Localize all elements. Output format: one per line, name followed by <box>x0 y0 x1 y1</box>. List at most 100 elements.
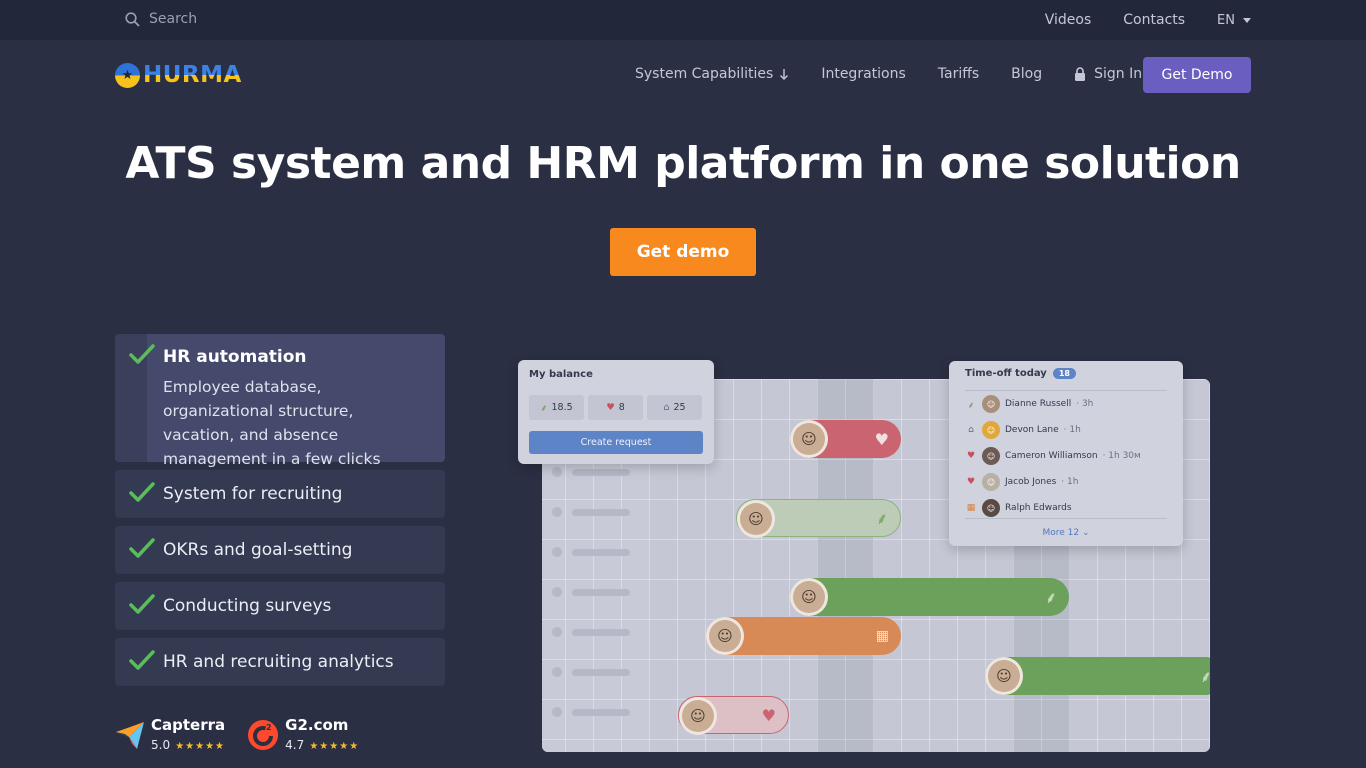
list-item: ♥ ☺ Jacob Jones · 1h <box>965 469 1167 495</box>
vacation-bar: ☺ ⸙ <box>736 499 901 538</box>
chevron-down-icon: ⌄ <box>1081 528 1090 538</box>
videos-link[interactable]: Videos <box>1045 12 1092 28</box>
nav-tariffs[interactable]: Tariffs <box>938 66 979 82</box>
language-label: EN <box>1217 12 1235 28</box>
person-duration: · 3h <box>1076 399 1094 409</box>
palm-icon: ⸙ <box>1044 588 1057 607</box>
employee-row-placeholder <box>552 667 630 677</box>
feature-description: Employee database, organizational struct… <box>163 378 381 468</box>
top-bar: Search Videos Contacts EN <box>0 0 1366 40</box>
nav-blog[interactable]: Blog <box>1011 66 1042 82</box>
search-box[interactable]: Search <box>125 11 197 27</box>
sick-leave-bar: ☺ ♥ <box>678 696 789 735</box>
home-icon: ⌂ <box>968 425 974 435</box>
heart-icon: ♥ <box>874 429 889 449</box>
g2-name: G2.com <box>285 716 349 734</box>
employee-row-placeholder <box>552 707 630 717</box>
get-demo-header-button[interactable]: Get Demo <box>1143 57 1251 93</box>
feature-okrs[interactable]: OKRs and goal-setting <box>115 526 445 574</box>
feature-title: System for recruiting <box>163 484 343 504</box>
get-demo-hero-button[interactable]: Get demo <box>610 228 756 276</box>
contacts-link[interactable]: Contacts <box>1123 12 1185 28</box>
timeoff-list: ⸙ ☺ Dianne Russell · 3h ⌂ ☺ Devon Lane ·… <box>965 390 1167 521</box>
timeoff-title: Time-off today <box>965 368 1047 379</box>
sick-balance-value: 8 <box>618 402 625 413</box>
checkmark-icon <box>129 650 155 670</box>
g2-stars: ★★★★★ <box>309 741 360 752</box>
palm-icon: ⸙ <box>1200 665 1210 687</box>
lock-icon <box>1075 66 1086 81</box>
avatar: ☺ <box>982 421 1000 439</box>
list-item: ⸙ ☺ Dianne Russell · 3h <box>965 391 1167 417</box>
vacation-balance-value: 18.5 <box>551 402 573 413</box>
calendar-icon: ▦ <box>875 628 889 644</box>
employee-row-placeholder <box>552 627 630 637</box>
person-name: Jacob Jones <box>1005 477 1057 487</box>
create-request-button[interactable]: Create request <box>529 431 703 454</box>
checkmark-icon <box>129 344 155 364</box>
avatar: ☺ <box>790 420 828 458</box>
capterra-stars: ★★★★★ <box>175 741 226 752</box>
logo-text: HURMA <box>143 62 242 88</box>
time-off-today-card: Time-off today 18 ⸙ ☺ Dianne Russell · 3… <box>949 361 1183 546</box>
capterra-logo-icon <box>116 721 144 749</box>
feature-title: HR and recruiting analytics <box>163 652 394 672</box>
more-label: More 12 <box>1042 528 1080 538</box>
language-selector[interactable]: EN <box>1217 12 1251 28</box>
person-duration: · 1h 30м <box>1102 451 1141 461</box>
person-name: Ralph Edwards <box>1005 503 1072 513</box>
feature-recruiting[interactable]: System for recruiting <box>115 470 445 518</box>
feature-analytics[interactable]: HR and recruiting analytics <box>115 638 445 686</box>
employee-row-placeholder <box>552 587 630 597</box>
palm-icon: ⸙ <box>875 509 888 528</box>
avatar: ☺ <box>790 578 828 616</box>
feature-surveys[interactable]: Conducting surveys <box>115 582 445 630</box>
feature-title: OKRs and goal-setting <box>163 540 353 560</box>
more-link[interactable]: More 12 ⌄ <box>965 518 1167 538</box>
my-balance-card: My balance ⸙ 18.5 ♥ 8 ⌂ 25 Create request <box>518 360 714 464</box>
capterra-rating[interactable]: Capterra 5.0 ★★★★★ <box>115 716 225 753</box>
day-off-bar: ☺ ▦ <box>706 617 901 655</box>
sick-balance: ♥ 8 <box>588 395 643 420</box>
balance-title: My balance <box>529 369 593 380</box>
vacation-balance: ⸙ 18.5 <box>529 395 584 420</box>
timeoff-count-badge: 18 <box>1052 368 1076 379</box>
employee-row-placeholder <box>552 467 630 477</box>
caret-down-icon <box>1243 17 1251 23</box>
vacation-bar: ☺ ⸙ <box>985 657 1210 695</box>
vacation-bar: ☺ ⸙ <box>790 578 1069 616</box>
ratings: Capterra 5.0 ★★★★★ 2 G2.com 4.7 ★★★★★ <box>115 716 359 753</box>
heart-icon: ♥ <box>761 705 776 725</box>
feature-hr-automation[interactable]: HR automation Employee database, organiz… <box>115 334 445 468</box>
nav-integrations[interactable]: Integrations <box>821 66 905 82</box>
g2-rating[interactable]: 2 G2.com 4.7 ★★★★★ <box>247 716 359 753</box>
avatar: ☺ <box>679 697 717 735</box>
heart-icon: ♥ <box>966 451 976 461</box>
avatar: ☺ <box>982 499 1000 517</box>
avatar: ☺ <box>737 500 775 538</box>
person-name: Cameron Williamson <box>1005 451 1098 461</box>
search-icon <box>125 11 140 27</box>
remote-balance: ⌂ 25 <box>647 395 702 420</box>
list-item: ♥ ☺ Cameron Williamson · 1h 30м <box>965 443 1167 469</box>
list-item: ⌂ ☺ Devon Lane · 1h <box>965 417 1167 443</box>
palm-icon: ⸙ <box>967 400 975 411</box>
person-duration: · 1h <box>1061 477 1079 487</box>
search-placeholder[interactable]: Search <box>149 11 197 27</box>
avatar: ☺ <box>982 395 1000 413</box>
person-name: Devon Lane <box>1005 425 1059 435</box>
checkmark-icon <box>129 482 155 502</box>
nav-system-capabilities[interactable]: System Capabilities <box>635 66 789 82</box>
svg-text:2: 2 <box>266 723 272 732</box>
g2-score: 4.7 <box>285 738 305 752</box>
hero-title: ATS system and HRM platform in one solut… <box>125 138 1241 189</box>
arrow-down-icon <box>780 69 789 80</box>
logo-mark-icon: ★ <box>115 62 140 88</box>
sick-leave-bar: ☺ ♥ <box>790 420 901 458</box>
avatar: ☺ <box>982 473 1000 491</box>
sign-in-link[interactable]: Sign In <box>1074 66 1142 82</box>
heart-icon: ♥ <box>966 477 976 487</box>
logo[interactable]: ★ HURMA <box>115 62 242 88</box>
g2-logo-icon: 2 <box>248 719 279 750</box>
feature-list: HR automation Employee database, organiz… <box>115 334 445 694</box>
